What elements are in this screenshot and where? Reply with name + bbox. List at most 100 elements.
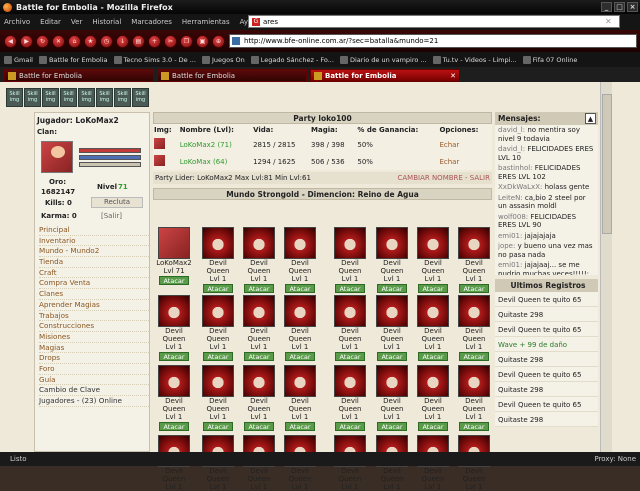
message-user[interactable]: emi01: [498, 261, 522, 269]
menu-craft[interactable]: Craft [39, 268, 149, 279]
menu-herramientas[interactable]: Herramientas [182, 18, 230, 26]
message-user[interactable]: LeiteN: [498, 194, 523, 202]
close-button[interactable]: × [627, 2, 638, 12]
atacar-button[interactable]: Atacar [285, 284, 315, 293]
menu-ver[interactable]: Ver [71, 18, 82, 26]
atacar-button[interactable]: Atacar [459, 352, 489, 361]
message-user[interactable]: david_l: [498, 126, 525, 134]
collapse-arrow-icon[interactable]: ▲ [585, 113, 596, 124]
atacar-button[interactable]: Atacar [459, 422, 489, 431]
reload-icon[interactable]: ↻ [36, 34, 49, 48]
menu-tienda[interactable]: Tienda [39, 257, 149, 268]
scrollbar-thumb[interactable] [602, 94, 612, 234]
menu-historial[interactable]: Historial [92, 18, 121, 26]
atacar-button[interactable]: Atacar [285, 422, 315, 431]
atacar-button[interactable]: Atacar [418, 422, 448, 431]
tab-2[interactable]: Battle for Embolia [157, 69, 307, 82]
menu-marcadores[interactable]: Marcadores [131, 18, 172, 26]
menu-editar[interactable]: Editar [40, 18, 61, 26]
tab-3-active[interactable]: Battle for Embolia ✕ [310, 69, 460, 82]
atacar-button[interactable]: Atacar [203, 284, 233, 293]
echar-link[interactable]: Echar [438, 153, 492, 170]
atacar-button[interactable]: Atacar [335, 352, 365, 361]
recluta-button[interactable]: Recluta [91, 197, 143, 208]
bookmark-juegos[interactable]: Juegos On [201, 55, 245, 64]
bookmark-gmail[interactable]: Gmail [4, 55, 33, 64]
menu-archivo[interactable]: Archivo [4, 18, 30, 26]
menu-drops[interactable]: Drops [39, 353, 149, 364]
print-icon[interactable]: ▤ [132, 34, 145, 48]
forward-icon[interactable]: ▶ [20, 34, 33, 48]
atacar-button[interactable]: Atacar [335, 422, 365, 431]
atacar-button[interactable]: Atacar [418, 284, 448, 293]
vertical-scrollbar[interactable] [600, 82, 612, 452]
minimize-button[interactable]: _ [601, 2, 612, 12]
atacar-button[interactable]: Atacar [159, 352, 189, 361]
paste-icon[interactable]: ▣ [196, 34, 209, 48]
skill-slot[interactable]: Skill img [78, 88, 95, 107]
atacar-button[interactable]: Atacar [203, 422, 233, 431]
downloads-icon[interactable]: ↓ [116, 34, 129, 48]
bookmark-legado[interactable]: Legado Sánchez - Fo... [250, 55, 334, 64]
cut-icon[interactable]: ✂ [164, 34, 177, 48]
menu-construcciones[interactable]: Construcciones [39, 321, 149, 332]
menu-cambio-clave[interactable]: Cambio de Clave [39, 385, 149, 396]
menu-guia[interactable]: Guía [39, 375, 149, 386]
bookmark-tutv[interactable]: Tu.tv - Videos - Limpi... [432, 55, 517, 64]
message-user[interactable]: jope: [498, 242, 515, 250]
atacar-button[interactable]: Atacar [159, 276, 189, 285]
message-user[interactable]: emi01: [498, 232, 522, 240]
member-name[interactable]: LoKoMax (64) [179, 153, 252, 170]
message-user[interactable]: wolf008: [498, 213, 528, 221]
atacar-button[interactable]: Atacar [335, 284, 365, 293]
menu-trabajos[interactable]: Trabajos [39, 311, 149, 322]
atacar-button[interactable]: Atacar [244, 352, 274, 361]
bookmark-fifa[interactable]: Fifa 07 Online [522, 55, 577, 64]
menu-clanes[interactable]: Clanes [39, 289, 149, 300]
bookmark-tecnosims[interactable]: Tecno Sims 3.0 - De ... [113, 55, 196, 64]
skill-slot[interactable]: Skill img [42, 88, 59, 107]
menu-foro[interactable]: Foro [39, 364, 149, 375]
stop-icon[interactable]: ✕ [52, 34, 65, 48]
url-bar[interactable]: http://www.bfe-online.com.ar/?sec=batall… [229, 34, 637, 48]
back-icon[interactable]: ◀ [4, 34, 17, 48]
history-icon[interactable]: ◷ [100, 34, 113, 48]
tab-close-icon[interactable]: ✕ [450, 72, 456, 80]
skill-slot[interactable]: Skill img [132, 88, 149, 107]
home-icon[interactable]: ⌂ [68, 34, 81, 48]
atacar-button[interactable]: Atacar [377, 422, 407, 431]
salir-link[interactable]: [Salir] [101, 212, 122, 220]
echar-link[interactable]: Echar [438, 136, 492, 153]
newtab-icon[interactable]: + [148, 34, 161, 48]
message-user[interactable]: david_l: [498, 145, 525, 153]
message-user[interactable]: bastinhol: [498, 164, 533, 172]
atacar-button[interactable]: Atacar [377, 284, 407, 293]
atacar-button[interactable]: Atacar [285, 352, 315, 361]
menu-aprender-magias[interactable]: Aprender Magias [39, 300, 149, 311]
copy-icon[interactable]: ❐ [180, 34, 193, 48]
skill-slot[interactable]: Skill img [114, 88, 131, 107]
menu-misiones[interactable]: Misiones [39, 332, 149, 343]
message-user[interactable]: XxDkWaLxX: [498, 183, 542, 191]
menu-compra-venta[interactable]: Compra Venta [39, 278, 149, 290]
skill-slot[interactable]: Skill img [6, 88, 23, 107]
member-name[interactable]: LoKoMax2 (71) [179, 136, 252, 153]
menu-mundo[interactable]: Mundo - Mundo2 [39, 246, 149, 258]
search-input[interactable]: G ares [248, 15, 620, 28]
skill-slot[interactable]: Skill img [24, 88, 41, 107]
skill-slot[interactable]: Skill img [60, 88, 77, 107]
menu-inventario[interactable]: Inventario [39, 236, 149, 247]
atacar-button[interactable]: Atacar [159, 422, 189, 431]
menu-principal[interactable]: Principal [39, 225, 149, 236]
menu-jugadores-online[interactable]: Jugadores - (23) Online [39, 396, 149, 407]
cambiar-nombre-link[interactable]: CAMBIAR NOMBRE - SALIR [397, 174, 490, 182]
tab-1[interactable]: Battle for Embolia [4, 69, 154, 82]
maximize-button[interactable]: □ [614, 2, 625, 12]
atacar-button[interactable]: Atacar [418, 352, 448, 361]
close-search-icon[interactable]: ✕ [605, 17, 612, 26]
atacar-button[interactable]: Atacar [244, 422, 274, 431]
zoom-icon[interactable]: ⊕ [212, 34, 225, 48]
bookmark-diario[interactable]: Diario de un vampiro ... [339, 55, 427, 64]
atacar-button[interactable]: Atacar [203, 352, 233, 361]
bookmark-bfe[interactable]: Battle for Embolia [38, 55, 108, 64]
